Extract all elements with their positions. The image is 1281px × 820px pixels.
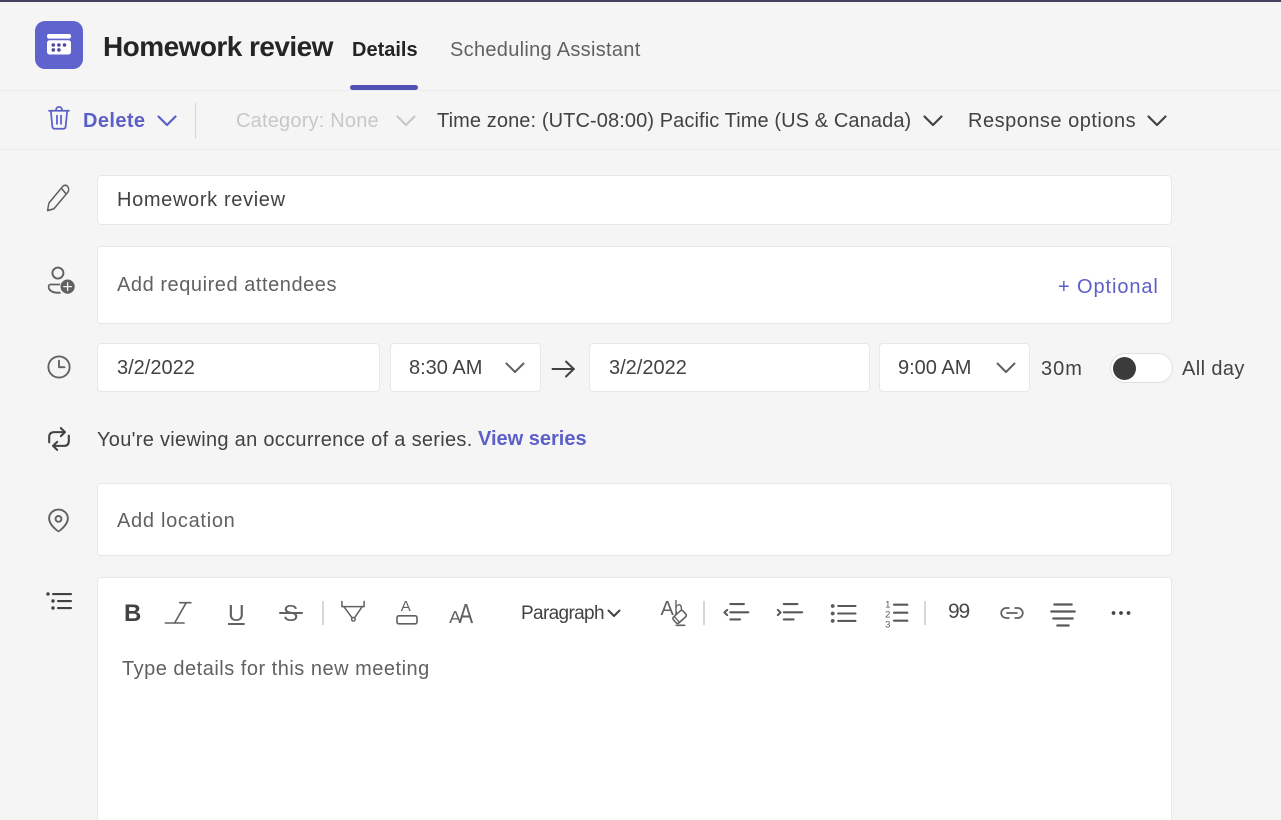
- svg-text:A: A: [661, 598, 675, 620]
- svg-text:A: A: [401, 598, 411, 615]
- svg-text:A: A: [459, 598, 474, 628]
- svg-text:3: 3: [885, 619, 890, 628]
